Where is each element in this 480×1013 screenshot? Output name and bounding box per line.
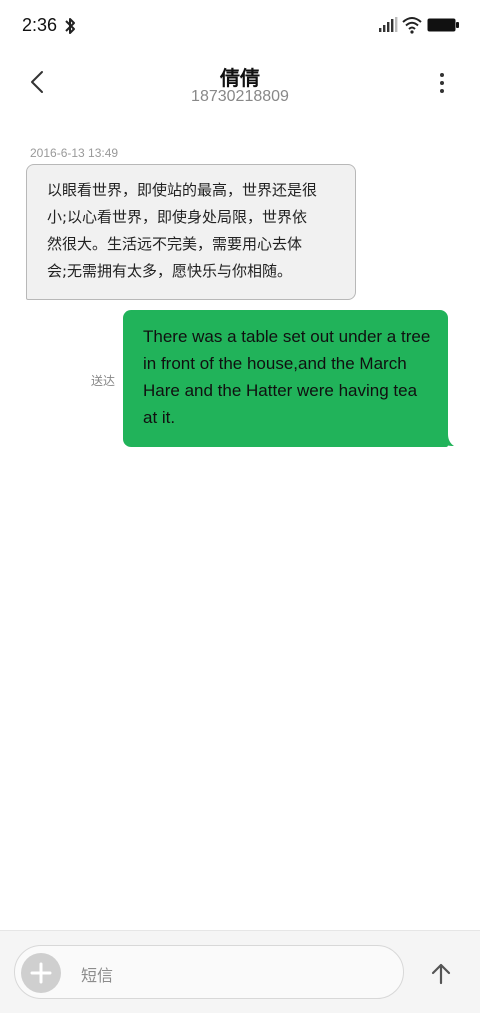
message-line: There was a table set out under a tree (143, 327, 431, 346)
sms-input-placeholder: 短信 (81, 966, 114, 985)
contact-name[interactable]: 倩倩 (0, 62, 480, 91)
contact-number: 18730218809 (191, 88, 289, 105)
bluetooth-icon (65, 18, 75, 34)
arrow-up-icon (431, 963, 451, 985)
battery-icon (427, 18, 459, 32)
conversation-header: 倩倩 18730218809 (0, 52, 480, 112)
send-button[interactable] (424, 957, 458, 991)
message-line: at it. (143, 408, 176, 427)
signal-icon (379, 17, 398, 32)
message-timestamp: 2016-6-13 13:49 (30, 146, 119, 160)
status-time: 2:36 (22, 15, 58, 35)
message-line: 然很大。生活远不完美，需要用心去体 (47, 235, 303, 253)
bubble-tail (440, 434, 454, 446)
message-line: in front of the house,and the March (143, 354, 407, 373)
outgoing-message-bubble[interactable]: There was a table set out under a tree i… (123, 310, 448, 447)
composer-bar: 短信 (0, 930, 480, 1013)
message-line: Hare and the Hatter were having tea (143, 381, 418, 400)
add-attachment-button[interactable] (21, 953, 61, 993)
incoming-message-bubble[interactable]: 以眼看世界，即使站的最高，世界还是很 小;以心看世界，即使身处局限，世界依 然很… (26, 164, 356, 300)
status-bar: 2:36 (0, 0, 480, 52)
wifi-icon (402, 17, 422, 34)
plus-icon (30, 962, 52, 984)
message-line: 小;以心看世界，即使身处局限，世界依 (47, 208, 308, 226)
sms-input-field[interactable]: 短信 (14, 945, 404, 999)
delivery-status: 送达 (91, 374, 116, 388)
message-line: 以眼看世界，即使站的最高，世界还是很 (47, 181, 318, 199)
message-line: 会;无需拥有太多，愿快乐与你相随。 (47, 262, 293, 280)
more-options-button[interactable] (428, 70, 456, 98)
more-vertical-icon (440, 73, 444, 93)
